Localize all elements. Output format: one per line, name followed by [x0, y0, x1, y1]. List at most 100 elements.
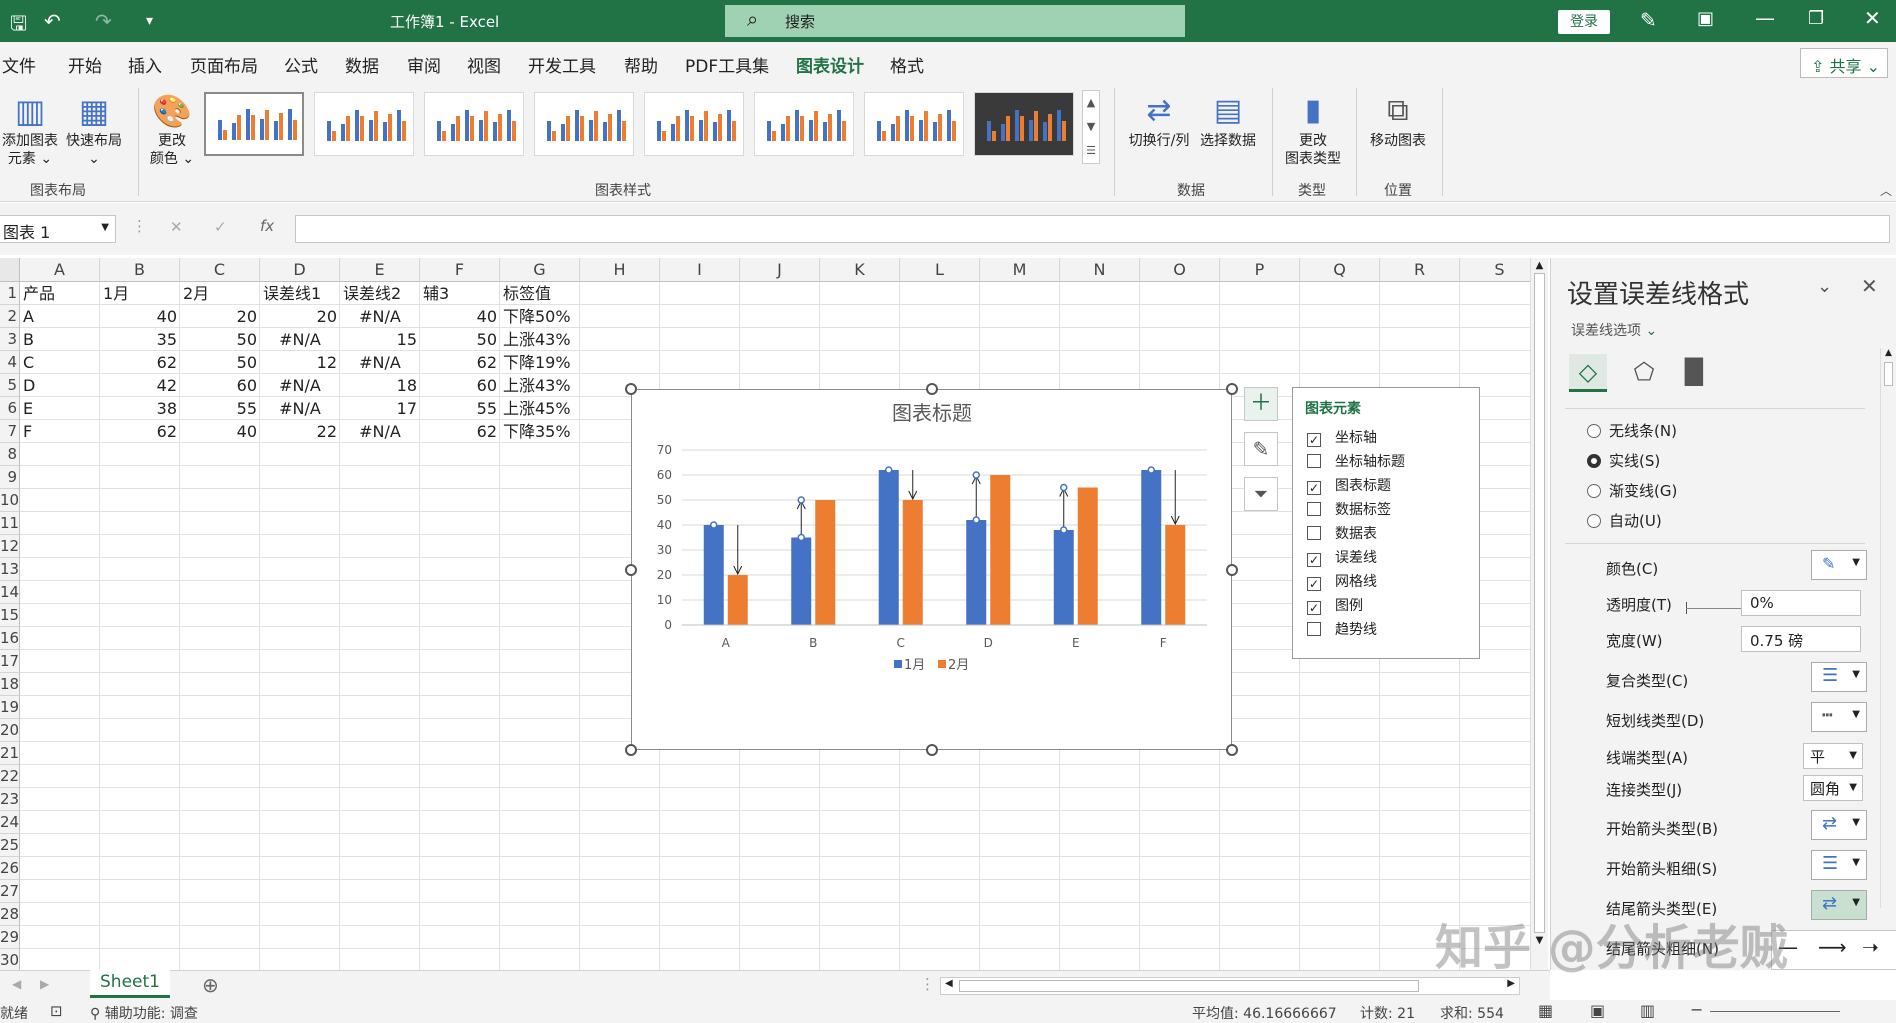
row-header[interactable]: 24	[0, 811, 20, 834]
gallery-scroll[interactable]: ▲ ▼ ☰	[1082, 90, 1100, 164]
change-chart-type-button[interactable]: ▮ 更改 图表类型	[1280, 90, 1346, 168]
compound-type-dropdown[interactable]: ☰ ▼	[1811, 662, 1867, 692]
cell[interactable]: 上涨43%	[503, 374, 577, 397]
cell[interactable]: B	[23, 328, 97, 351]
pane-scrollbar[interactable]: ▲	[1880, 348, 1896, 908]
row-header[interactable]: 23	[0, 788, 20, 811]
tab-chart-design[interactable]: 图表设计	[796, 52, 864, 86]
gallery-up-icon[interactable]: ▲	[1083, 91, 1099, 115]
cell[interactable]: 22	[263, 420, 337, 443]
select-data-button[interactable]: ▤ 选择数据	[1196, 90, 1260, 150]
row-header[interactable]: 1	[0, 282, 20, 305]
tab-developer[interactable]: 开发工具	[528, 52, 596, 77]
column-header[interactable]: M	[980, 258, 1060, 282]
cell[interactable]: 50	[183, 328, 257, 351]
cell[interactable]: E	[23, 397, 97, 420]
row-header[interactable]: 25	[0, 834, 20, 857]
cell[interactable]: 17	[343, 397, 417, 420]
checkbox-unchecked-icon[interactable]	[1307, 502, 1321, 516]
name-box[interactable]: 图表 1 ▼	[0, 215, 116, 243]
cell[interactable]: D	[23, 374, 97, 397]
page-break-view-icon[interactable]: ▥	[1640, 1001, 1655, 1020]
cell[interactable]: 上涨43%	[503, 328, 577, 351]
enter-icon[interactable]: ✓	[214, 218, 227, 236]
hscroll-thumb[interactable]	[959, 980, 1419, 992]
chart-element-item[interactable]: ✓ 误差线	[1307, 548, 1377, 568]
zoom-out-icon[interactable]: −	[1690, 1000, 1703, 1019]
undo-icon[interactable]: ↶	[44, 9, 61, 33]
checkbox-checked-icon[interactable]: ✓	[1307, 601, 1321, 615]
cell[interactable]: 20	[263, 305, 337, 328]
gallery-down-icon[interactable]: ▼	[1083, 115, 1099, 139]
row-header[interactable]: 6	[0, 397, 20, 420]
cell[interactable]: 50	[183, 351, 257, 374]
column-header[interactable]: Q	[1300, 258, 1380, 282]
cell[interactable]: F	[23, 420, 97, 443]
tab-view[interactable]: 视图	[467, 52, 501, 77]
cell[interactable]: 1月	[103, 282, 177, 305]
cell[interactable]: 40	[183, 420, 257, 443]
arrow-type-gallery[interactable]: — ⟶ ➝	[1771, 930, 1896, 970]
column-header[interactable]: B	[100, 258, 180, 282]
vertical-scrollbar[interactable]: ▲ ▼	[1530, 258, 1548, 970]
cell[interactable]: C	[23, 351, 97, 374]
arrow-option-open-icon[interactable]: ⟶	[1818, 935, 1847, 959]
checkbox-unchecked-icon[interactable]	[1307, 526, 1321, 540]
transparency-slider-track[interactable]	[1686, 608, 1746, 609]
row-header[interactable]: 30	[0, 949, 20, 970]
sheet-tab-sheet1[interactable]: Sheet1	[90, 970, 170, 998]
chart-style-thumb[interactable]	[314, 92, 414, 156]
cell[interactable]: 55	[183, 397, 257, 420]
row-header[interactable]: 7	[0, 420, 20, 443]
checkbox-checked-icon[interactable]: ✓	[1307, 553, 1321, 567]
cell[interactable]: 下降19%	[503, 351, 577, 374]
column-header[interactable]: N	[1060, 258, 1140, 282]
line-option-radio[interactable]: 渐变线(G)	[1587, 480, 1677, 501]
close-icon[interactable]: ✕	[1864, 6, 1881, 30]
column-header[interactable]: F	[420, 258, 500, 282]
radio-icon[interactable]	[1587, 424, 1601, 438]
cancel-icon[interactable]: ✕	[170, 218, 183, 236]
redo-icon[interactable]: ↷	[95, 9, 112, 33]
checkbox-checked-icon[interactable]: ✓	[1307, 481, 1321, 495]
chart-element-item[interactable]: ✓ 图例	[1307, 596, 1363, 616]
move-chart-button[interactable]: ⧉ 移动图表	[1364, 90, 1432, 150]
chart-style-thumb[interactable]	[644, 92, 744, 156]
cell[interactable]: 40	[423, 305, 497, 328]
column-header[interactable]: S	[1460, 258, 1530, 282]
fill-line-icon[interactable]: ◇	[1569, 354, 1607, 392]
chart-style-thumb[interactable]	[204, 92, 304, 156]
normal-view-icon[interactable]: ▦	[1538, 1001, 1553, 1020]
chart-element-item[interactable]: ✓ 网格线	[1307, 572, 1377, 592]
cell[interactable]: 15	[343, 328, 417, 351]
checkbox-checked-icon[interactable]: ✓	[1307, 433, 1321, 447]
cell[interactable]: 55	[423, 397, 497, 420]
arrow-option-stealth-icon[interactable]: ➝	[1862, 935, 1879, 959]
row-header[interactable]: 18	[0, 673, 20, 696]
tab-review[interactable]: 审阅	[407, 52, 441, 77]
column-header[interactable]: K	[820, 258, 900, 282]
resize-handle[interactable]	[625, 744, 637, 756]
chart-element-item[interactable]: 趋势线	[1307, 620, 1377, 640]
resize-handle[interactable]	[1226, 744, 1238, 756]
resize-handle[interactable]	[1226, 563, 1238, 576]
tab-home[interactable]: 开始	[68, 52, 102, 77]
page-layout-view-icon[interactable]: ▣	[1590, 1001, 1605, 1020]
scroll-left-icon[interactable]: ◀	[945, 978, 953, 989]
cell[interactable]: 62	[423, 351, 497, 374]
column-header[interactable]: L	[900, 258, 980, 282]
row-header[interactable]: 17	[0, 650, 20, 673]
formula-input[interactable]	[295, 215, 1890, 243]
chart-style-thumb[interactable]	[974, 92, 1074, 156]
add-sheet-icon[interactable]: ⊕	[202, 973, 219, 997]
insert-function-icon[interactable]: fx	[260, 217, 274, 235]
pane-options-chevron-icon[interactable]: ⌄	[1817, 276, 1832, 297]
scroll-right-icon[interactable]: ▶	[1507, 978, 1515, 989]
effects-icon[interactable]: ⬠	[1625, 354, 1663, 392]
share-button[interactable]: ⇪ 共享 ⌄	[1800, 48, 1888, 78]
end-arrow-type-dropdown[interactable]: ⇄ ▼	[1811, 890, 1867, 920]
chart-styles-button[interactable]: ✎	[1244, 432, 1278, 466]
vscroll-thumb[interactable]	[1534, 273, 1545, 933]
column-header[interactable]: R	[1380, 258, 1460, 282]
row-header[interactable]: 12	[0, 535, 20, 558]
